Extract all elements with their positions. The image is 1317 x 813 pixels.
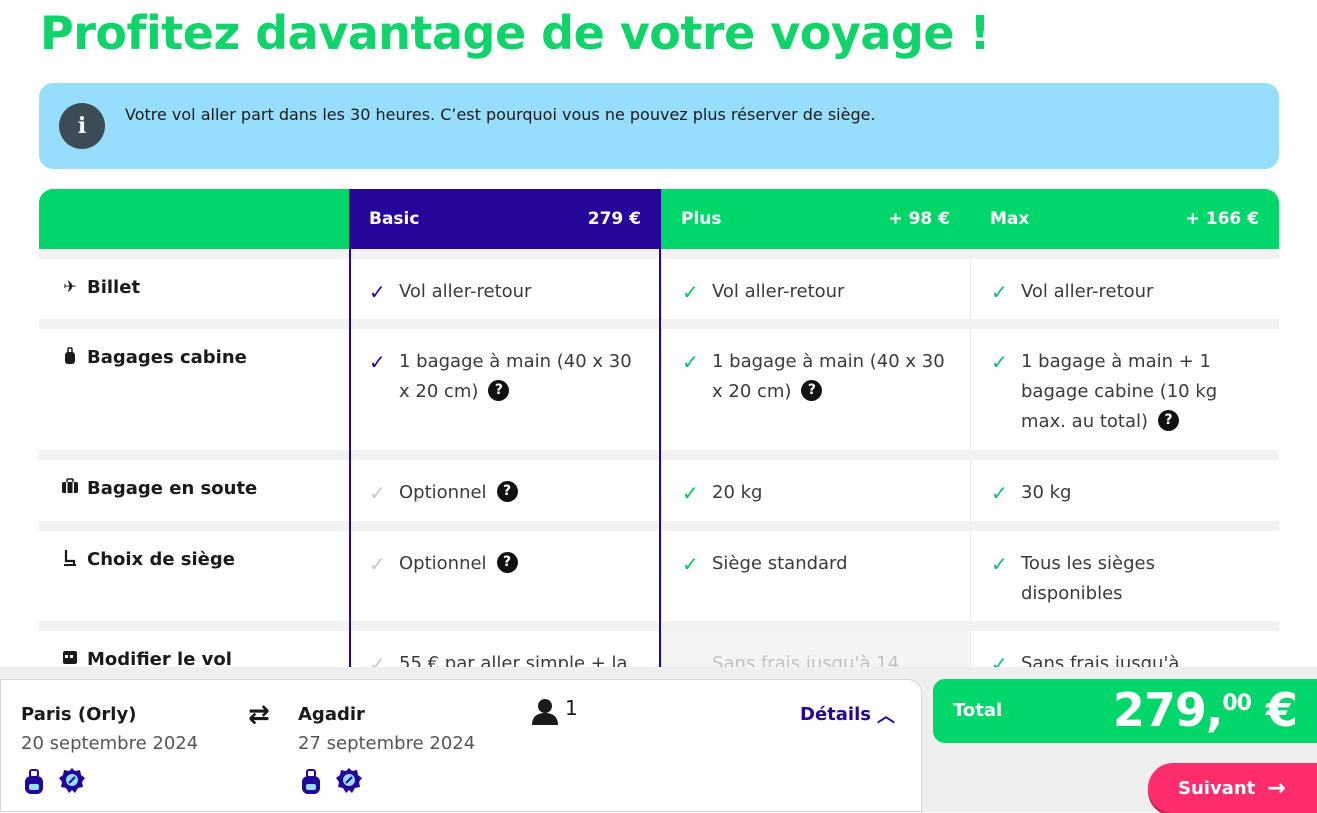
chevron-up-icon[interactable]: ︿ xyxy=(877,702,895,728)
help-icon[interactable]: ? xyxy=(801,379,823,401)
details-toggle[interactable]: Détails xyxy=(800,704,871,725)
cell-basic: ✓ Optionnel? xyxy=(349,460,660,521)
check-icon: ✓ xyxy=(682,350,699,374)
cell-max: ✓ 1 bagage à main + 1 bagage cabine (10 … xyxy=(970,329,1279,450)
row-label: ✈ Billet xyxy=(39,259,349,319)
check-icon: ✓ xyxy=(369,481,386,505)
backpack-icon xyxy=(59,347,81,369)
help-icon[interactable]: ? xyxy=(1158,409,1180,431)
check-icon: ✓ xyxy=(369,652,386,667)
swap-arrows-icon: ⇄ xyxy=(248,700,270,730)
total-price-box: Total 279,00 € xyxy=(933,679,1317,743)
backpack-icon xyxy=(25,769,43,794)
plan-header-max[interactable]: Max + 166 € xyxy=(970,189,1279,249)
page-title: Profitez davantage de votre voyage ! xyxy=(40,6,991,60)
cell-max: ✓ Tous les sièges disponibles xyxy=(970,531,1279,621)
plane-icon: ✈ xyxy=(63,277,77,296)
table-row: Choix de siège ✓ Optionnel? ✓ Siège stand… xyxy=(39,531,1279,621)
suitcase-icon xyxy=(59,478,81,498)
seat-badge-icon xyxy=(59,768,85,793)
plan-price: + 166 € xyxy=(1185,209,1259,229)
cell-plus: ✓ 1 bagage à main (40 x 30 x 20 cm)? xyxy=(661,329,969,450)
help-icon[interactable]: ? xyxy=(488,379,510,401)
cell-max: ✓ Sans frais jusqu'à xyxy=(970,631,1279,667)
origin-city: Paris (Orly) xyxy=(21,704,137,725)
next-button[interactable]: Suivant → xyxy=(1148,763,1317,813)
plan-price: 279 € xyxy=(587,209,641,229)
total-label: Total xyxy=(953,700,1003,721)
plan-header-plus[interactable]: Plus + 98 € xyxy=(661,189,970,249)
check-icon: ✓ xyxy=(991,481,1008,505)
check-icon: ✓ xyxy=(369,552,386,576)
fare-comparison-table: Basic 279 € Plus + 98 € Max + 166 € ✈ Bi… xyxy=(39,189,1279,667)
row-label: Choix de siège xyxy=(39,531,349,621)
check-icon: ✓ xyxy=(369,280,386,304)
cell-plus: ✓ Siège standard xyxy=(661,531,969,621)
row-label: Modifier le vol xyxy=(39,631,349,667)
plan-name: Max xyxy=(990,209,1030,229)
check-icon: ✓ xyxy=(991,552,1008,576)
return-date: 27 septembre 2024 xyxy=(298,733,476,754)
table-header: Basic 279 € Plus + 98 € Max + 166 € xyxy=(39,189,1279,249)
cell-basic: ✓ 55 € par aller simple + la xyxy=(349,631,660,667)
check-icon: ✓ xyxy=(991,280,1008,304)
cell-plus: ✓ Vol aller-retour xyxy=(661,259,969,319)
table-row: Bagage en soute ✓ Optionnel? ✓ 20 kg ✓ 30 … xyxy=(39,460,1279,521)
plan-header-basic[interactable]: Basic 279 € xyxy=(349,189,661,249)
arrow-right-icon: → xyxy=(1267,775,1286,801)
help-icon[interactable]: ? xyxy=(496,551,518,573)
check-icon: ✓ xyxy=(682,552,699,576)
check-icon: ✓ xyxy=(682,481,699,505)
row-label: Bagages cabine xyxy=(39,329,349,450)
help-icon[interactable]: ? xyxy=(496,480,518,502)
destination-city: Agadir xyxy=(298,704,365,725)
cell-plus: ✓Sans frais jusqu'à 14 xyxy=(661,631,969,667)
check-icon: ✓ xyxy=(991,652,1008,667)
table-row: ✈ Billet ✓ Vol aller-retour ✓ Vol aller-re… xyxy=(39,259,1279,319)
plan-price: + 98 € xyxy=(888,209,950,229)
departure-date: 20 septembre 2024 xyxy=(21,733,199,754)
cell-plus: ✓ 20 kg xyxy=(661,460,969,521)
check-icon: ✓ xyxy=(369,350,386,374)
table-row: Bagages cabine ✓ 1 bagage à main (40 x 3… xyxy=(39,329,1279,450)
plan-name: Plus xyxy=(681,209,722,229)
passenger-count: 1 xyxy=(565,696,578,720)
info-icon: i xyxy=(59,103,105,149)
total-amount: 279,00 € xyxy=(1112,683,1298,737)
cell-max: ✓ 30 kg xyxy=(970,460,1279,521)
plan-name: Basic xyxy=(369,209,420,229)
table-row: Modifier le vol ✓ 55 € par aller simple +… xyxy=(39,631,1279,667)
cell-max: ✓ Vol aller-retour xyxy=(970,259,1279,319)
info-text: Votre vol aller part dans les 30 heures.… xyxy=(125,105,876,124)
seat-icon xyxy=(59,549,81,571)
check-icon: ✓ xyxy=(682,280,699,304)
backpack-icon xyxy=(302,769,320,794)
trip-summary-card: Paris (Orly) 20 septembre 2024 ⇄ Agadir … xyxy=(0,679,922,812)
seat-badge-icon xyxy=(336,768,362,793)
info-banner: i Votre vol aller part dans les 30 heure… xyxy=(39,83,1279,169)
row-label: Bagage en soute xyxy=(39,460,349,521)
cell-basic: ✓ Optionnel? xyxy=(349,531,660,621)
calendar-edit-icon xyxy=(59,649,81,667)
check-icon: ✓ xyxy=(991,350,1008,374)
cell-basic: ✓ Vol aller-retour xyxy=(349,259,660,319)
cell-basic: ✓ 1 bagage à main (40 x 30 x 20 cm)? xyxy=(349,329,660,450)
person-icon xyxy=(532,699,558,725)
